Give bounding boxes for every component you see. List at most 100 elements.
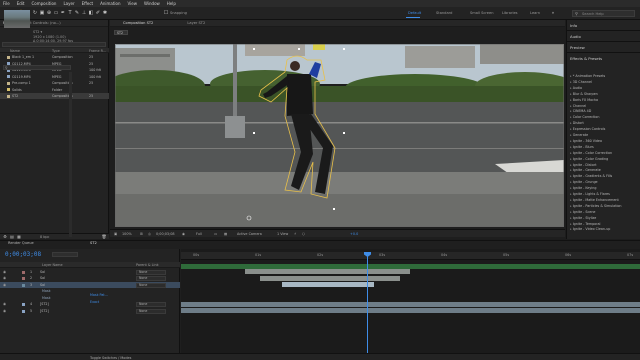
pen-tool-icon[interactable]: ✒: [60, 10, 66, 16]
panel-effects-presets[interactable]: Effects & Presets: [570, 56, 602, 61]
effects-category-item[interactable]: Ignite - Particles & Simulation: [570, 204, 622, 208]
menu-window[interactable]: Window: [144, 1, 160, 6]
column-parent-link[interactable]: Parent & Link: [136, 263, 159, 267]
pan-behind-tool-icon[interactable]: ⊕: [46, 10, 52, 16]
panel-info[interactable]: Info: [570, 23, 577, 28]
project-item-row[interactable]: Solids Folder: [0, 87, 109, 93]
menu-help[interactable]: Help: [167, 1, 176, 6]
parent-dropdown[interactable]: None: [136, 282, 166, 288]
puppet-tool-icon[interactable]: ✱: [102, 10, 108, 16]
layer-name[interactable]: Mask: [42, 296, 51, 300]
timeline-search-input[interactable]: [52, 252, 78, 257]
project-item-row[interactable]: Black 1_em 1 Composition 25: [0, 54, 109, 60]
layer-label-color[interactable]: [22, 309, 25, 313]
playhead-line[interactable]: [367, 252, 368, 353]
menu-effect[interactable]: Effect: [82, 1, 94, 6]
region-of-interest-icon[interactable]: ▭: [214, 232, 217, 236]
effects-category-item[interactable]: Expression Controls: [570, 127, 606, 131]
effects-category-item[interactable]: Ignite - Lights & Flares: [570, 192, 610, 196]
project-item-row[interactable]: ST2 Composition 25: [0, 93, 109, 99]
effects-category-item[interactable]: Ignite - Grunge: [570, 180, 598, 184]
resolution-dropdown[interactable]: Full: [196, 232, 202, 236]
layer-label-color[interactable]: [22, 303, 25, 306]
layer-label-color[interactable]: [22, 283, 25, 287]
layer-row[interactable]: ◉ 1 Sol None: [0, 269, 180, 275]
panel-audio[interactable]: Audio: [570, 34, 581, 39]
transparency-grid-icon[interactable]: ▦: [224, 232, 227, 236]
bit-depth-label[interactable]: 8 bpc: [40, 235, 49, 239]
rotate-tool-icon[interactable]: ↻: [32, 10, 38, 16]
project-item-name[interactable]: ST2 ▾: [33, 30, 42, 34]
effects-category-item[interactable]: Generate: [570, 133, 588, 137]
fast-previews-icon[interactable]: ⚡: [294, 232, 296, 236]
camera-dropdown[interactable]: Active Camera: [237, 232, 262, 236]
visibility-eye-icon[interactable]: ◉: [3, 270, 6, 274]
effects-category-item[interactable]: Blur & Sharpen: [570, 92, 598, 96]
clone-stamp-tool-icon[interactable]: ⊥: [81, 10, 87, 16]
workspace-libraries[interactable]: Libraries: [502, 11, 518, 15]
roto-brush-tool-icon[interactable]: ✐: [95, 10, 101, 16]
view-layout-dropdown[interactable]: 1 View: [277, 232, 288, 236]
panel-preview[interactable]: Preview: [570, 45, 585, 50]
workspace-default[interactable]: Default: [408, 11, 421, 15]
column-type[interactable]: Type: [52, 49, 60, 53]
menu-layer[interactable]: Layer: [63, 1, 74, 6]
camera-tool-icon[interactable]: ▣: [39, 10, 45, 16]
effects-scrollbar[interactable]: [69, 72, 72, 237]
effects-category-item[interactable]: Ignite - Video Clean-up: [570, 227, 611, 231]
always-preview-icon[interactable]: ▣: [114, 232, 117, 236]
handle-top-right[interactable]: [343, 48, 345, 50]
handle-middle-right[interactable]: [343, 132, 345, 134]
column-name[interactable]: Name: [10, 49, 20, 53]
workspace-overflow-icon[interactable]: »: [550, 10, 556, 16]
grid-icon[interactable]: ⊞: [140, 232, 143, 236]
project-item-row[interactable]: C0119.MP4 MPEG 100 fdt: [0, 74, 109, 80]
layer-name[interactable]: Sol: [40, 283, 45, 287]
search-help-input[interactable]: ⚲ Search Help: [572, 10, 635, 17]
effects-category-item[interactable]: Ignite - Stylize: [570, 216, 597, 220]
menu-edit[interactable]: Edit: [17, 1, 25, 6]
effects-category-item[interactable]: CINEMA 4D: [570, 109, 592, 113]
effects-category-item[interactable]: Ignite - Blurs: [570, 145, 594, 149]
type-tool-icon[interactable]: T: [67, 10, 73, 16]
current-time[interactable]: 0;00;03;08: [156, 232, 175, 236]
tab-composition[interactable]: Composition ST2: [123, 21, 153, 25]
tab-render-queue[interactable]: Render Queue: [8, 241, 34, 245]
effects-search-input[interactable]: ⚲: [3, 65, 71, 70]
layer-duration-bar[interactable]: [260, 275, 400, 281]
parent-dropdown[interactable]: None: [136, 308, 166, 314]
effects-category-item[interactable]: Ignite - Generate: [570, 168, 601, 172]
visibility-eye-icon[interactable]: ◉: [3, 309, 6, 313]
project-item-row[interactable]: Pre-comp 1 Composition 25: [0, 80, 109, 86]
menu-animation[interactable]: Animation: [100, 1, 120, 6]
handle-middle-left[interactable]: [253, 132, 255, 134]
brush-tool-icon[interactable]: ✎: [74, 10, 80, 16]
workspace-learn[interactable]: Learn: [530, 11, 540, 15]
effects-category-item[interactable]: Channel: [570, 104, 587, 108]
layer-duration-bar[interactable]: [181, 308, 640, 313]
workspace-small-screen[interactable]: Small Screen: [470, 11, 493, 15]
mask-mode-value[interactable]: Exact: [90, 300, 99, 304]
snapshot-icon[interactable]: ◉: [182, 232, 185, 236]
effects-category-item[interactable]: Ignite - Temporal: [570, 222, 601, 226]
3d-renderer-icon[interactable]: ⬡: [302, 232, 305, 236]
effects-category-item[interactable]: Ignite - Distort: [570, 163, 597, 167]
effects-category-item[interactable]: Ignite - Scene: [570, 210, 596, 214]
workspace-standard[interactable]: Standard: [436, 11, 452, 15]
layer-name[interactable]: [ST2]: [40, 309, 49, 313]
effects-category-item[interactable]: Ignite - Color Grading: [570, 157, 608, 161]
effects-category-item[interactable]: Audio: [570, 86, 582, 90]
layer-duration-bar[interactable]: [282, 282, 374, 287]
effects-category-item[interactable]: Boris FX Mocha: [570, 98, 598, 102]
mask-mode-value[interactable]: Mask Pat...: [90, 293, 108, 297]
layer-label-color[interactable]: [22, 277, 25, 280]
column-frame-rate[interactable]: Frame R...: [89, 49, 106, 53]
handle-bottom-right[interactable]: [333, 208, 335, 210]
effects-category-item[interactable]: Color Correction: [570, 115, 600, 119]
layer-name[interactable]: [ST2]: [40, 302, 49, 306]
parent-dropdown[interactable]: None: [136, 302, 166, 307]
mask-visibility-icon[interactable]: ◎: [148, 232, 151, 236]
handle-top-center[interactable]: [298, 48, 300, 50]
effects-category-item[interactable]: Ignite - 360 Video: [570, 139, 602, 143]
zoom-dropdown[interactable]: 100%: [122, 232, 132, 236]
